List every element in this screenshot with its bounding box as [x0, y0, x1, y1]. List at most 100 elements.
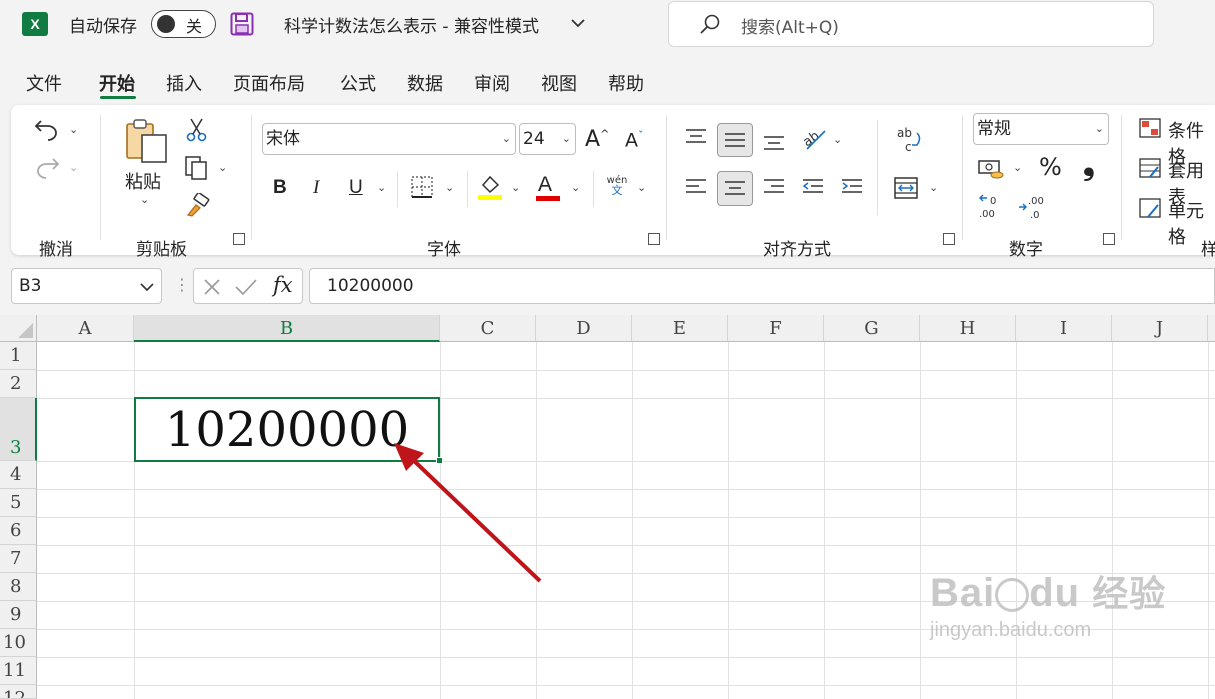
font-launcher-icon[interactable]: [648, 233, 660, 245]
comma-style-button[interactable]: ❟: [1083, 147, 1095, 182]
phonetic-button[interactable]: wén 文: [603, 175, 631, 196]
column-header-k[interactable]: [1208, 315, 1215, 342]
row-header-7[interactable]: 7: [0, 545, 37, 573]
wrap-text-icon[interactable]: ab c: [895, 125, 923, 155]
underline-dropdown-icon[interactable]: ⌄: [377, 181, 386, 194]
column-header-d[interactable]: D: [536, 315, 632, 342]
format-as-table-icon[interactable]: [1138, 157, 1162, 179]
font-color-button[interactable]: A: [538, 173, 552, 197]
column-header-h[interactable]: H: [920, 315, 1016, 342]
format-painter-icon[interactable]: [185, 193, 211, 217]
align-bottom-icon[interactable]: [762, 131, 786, 153]
underline-button[interactable]: U: [349, 177, 363, 199]
insert-function-button[interactable]: fx: [273, 273, 293, 297]
save-icon[interactable]: [230, 12, 254, 36]
percent-button[interactable]: %: [1039, 153, 1062, 181]
align-right-icon[interactable]: [762, 177, 786, 197]
accounting-dropdown-icon[interactable]: ⌄: [1013, 161, 1022, 174]
row-header-2[interactable]: 2: [0, 370, 37, 398]
formula-input[interactable]: 10200000: [309, 268, 1215, 304]
cell-styles-icon[interactable]: [1138, 197, 1162, 219]
borders-dropdown-icon[interactable]: ⌄: [445, 181, 454, 194]
orientation-dropdown-icon[interactable]: ⌄: [833, 133, 842, 146]
increase-decimal-icon[interactable]: 0 .00: [977, 193, 1005, 221]
search-box[interactable]: 搜索(Alt+Q): [668, 1, 1154, 47]
number-launcher-icon[interactable]: [1103, 233, 1115, 245]
accounting-format-icon[interactable]: [977, 157, 1007, 181]
align-center-button[interactable]: [717, 171, 753, 206]
shrink-font-button[interactable]: Aˇ: [625, 129, 644, 151]
conditional-format-icon[interactable]: [1138, 117, 1162, 139]
copy-icon[interactable]: [184, 155, 210, 181]
tab-view[interactable]: 视图: [541, 70, 577, 96]
decrease-indent-icon[interactable]: [801, 177, 825, 197]
fill-color-icon[interactable]: [477, 173, 503, 201]
decrease-decimal-icon[interactable]: .00 .0: [1016, 193, 1046, 221]
row-header-10[interactable]: 10: [0, 629, 37, 657]
row-header-1[interactable]: 1: [0, 342, 37, 370]
row-header-9[interactable]: 9: [0, 601, 37, 629]
italic-button[interactable]: I: [313, 177, 319, 199]
fill-color-dropdown-icon[interactable]: ⌄: [511, 181, 520, 194]
column-header-e[interactable]: E: [632, 315, 728, 342]
font-color-dropdown-icon[interactable]: ⌄: [571, 181, 580, 194]
tab-review[interactable]: 审阅: [474, 70, 510, 96]
redo-icon[interactable]: [33, 155, 61, 179]
formula-bar-grip-icon[interactable]: ⋮: [174, 275, 190, 294]
redo-dropdown-icon[interactable]: ⌄: [69, 161, 78, 174]
borders-icon[interactable]: [410, 175, 434, 199]
orientation-icon[interactable]: ab: [801, 125, 829, 151]
row-header-8[interactable]: 8: [0, 573, 37, 601]
column-header-f[interactable]: F: [728, 315, 824, 342]
cut-icon[interactable]: [185, 117, 209, 143]
watermark-brand2: du: [1029, 571, 1081, 615]
copy-dropdown-icon[interactable]: ⌄: [218, 161, 227, 174]
chevron-down-icon[interactable]: [139, 281, 155, 293]
document-title[interactable]: 科学计数法怎么表示 - 兼容性模式: [284, 12, 539, 37]
paste-label[interactable]: 粘贴: [125, 168, 161, 194]
undo-icon[interactable]: [33, 117, 61, 141]
clipboard-launcher-icon[interactable]: [233, 233, 245, 245]
cancel-icon[interactable]: [202, 278, 222, 296]
row-header-5[interactable]: 5: [0, 489, 37, 517]
undo-dropdown-icon[interactable]: ⌄: [69, 123, 78, 136]
tab-home[interactable]: 开始: [99, 70, 135, 96]
tab-file[interactable]: 文件: [26, 70, 62, 96]
align-middle-button[interactable]: [717, 123, 753, 157]
column-header-c[interactable]: C: [440, 315, 536, 342]
select-all-corner[interactable]: [0, 315, 37, 342]
row-header-12[interactable]: 12: [0, 685, 37, 699]
increase-indent-icon[interactable]: [840, 177, 864, 197]
tab-data[interactable]: 数据: [407, 70, 443, 96]
name-box[interactable]: B3: [11, 268, 162, 304]
merge-dropdown-icon[interactable]: ⌄: [929, 181, 938, 194]
tab-page-layout[interactable]: 页面布局: [233, 70, 305, 96]
row-header-6[interactable]: 6: [0, 517, 37, 545]
paste-dropdown-icon[interactable]: ⌄: [140, 193, 149, 206]
font-name-select[interactable]: 宋体 ⌄: [262, 123, 516, 155]
enter-check-icon[interactable]: [234, 278, 258, 296]
column-header-g[interactable]: G: [824, 315, 920, 342]
autosave-toggle[interactable]: 关: [151, 10, 216, 38]
grow-font-button[interactable]: A^: [585, 127, 609, 152]
row-header-4[interactable]: 4: [0, 461, 37, 489]
bold-button[interactable]: B: [273, 177, 287, 199]
chevron-down-icon[interactable]: [570, 17, 586, 29]
phonetic-dropdown-icon[interactable]: ⌄: [637, 181, 646, 194]
paste-icon[interactable]: [124, 117, 168, 163]
column-header-b[interactable]: B: [134, 315, 440, 342]
row-header-11[interactable]: 11: [0, 657, 37, 685]
align-top-icon[interactable]: [684, 127, 708, 147]
number-format-select[interactable]: 常规 ⌄: [973, 113, 1109, 145]
tab-help[interactable]: 帮助: [608, 70, 644, 96]
column-header-j[interactable]: J: [1112, 315, 1208, 342]
alignment-launcher-icon[interactable]: [943, 233, 955, 245]
font-size-select[interactable]: 24 ⌄: [519, 123, 576, 155]
column-header-i[interactable]: I: [1016, 315, 1112, 342]
align-left-icon[interactable]: [684, 177, 708, 197]
column-header-a[interactable]: A: [37, 315, 134, 342]
tab-insert[interactable]: 插入: [166, 70, 202, 96]
row-header-3[interactable]: 3: [0, 398, 37, 461]
tab-formulas[interactable]: 公式: [340, 70, 376, 96]
merge-center-icon[interactable]: [893, 175, 921, 201]
